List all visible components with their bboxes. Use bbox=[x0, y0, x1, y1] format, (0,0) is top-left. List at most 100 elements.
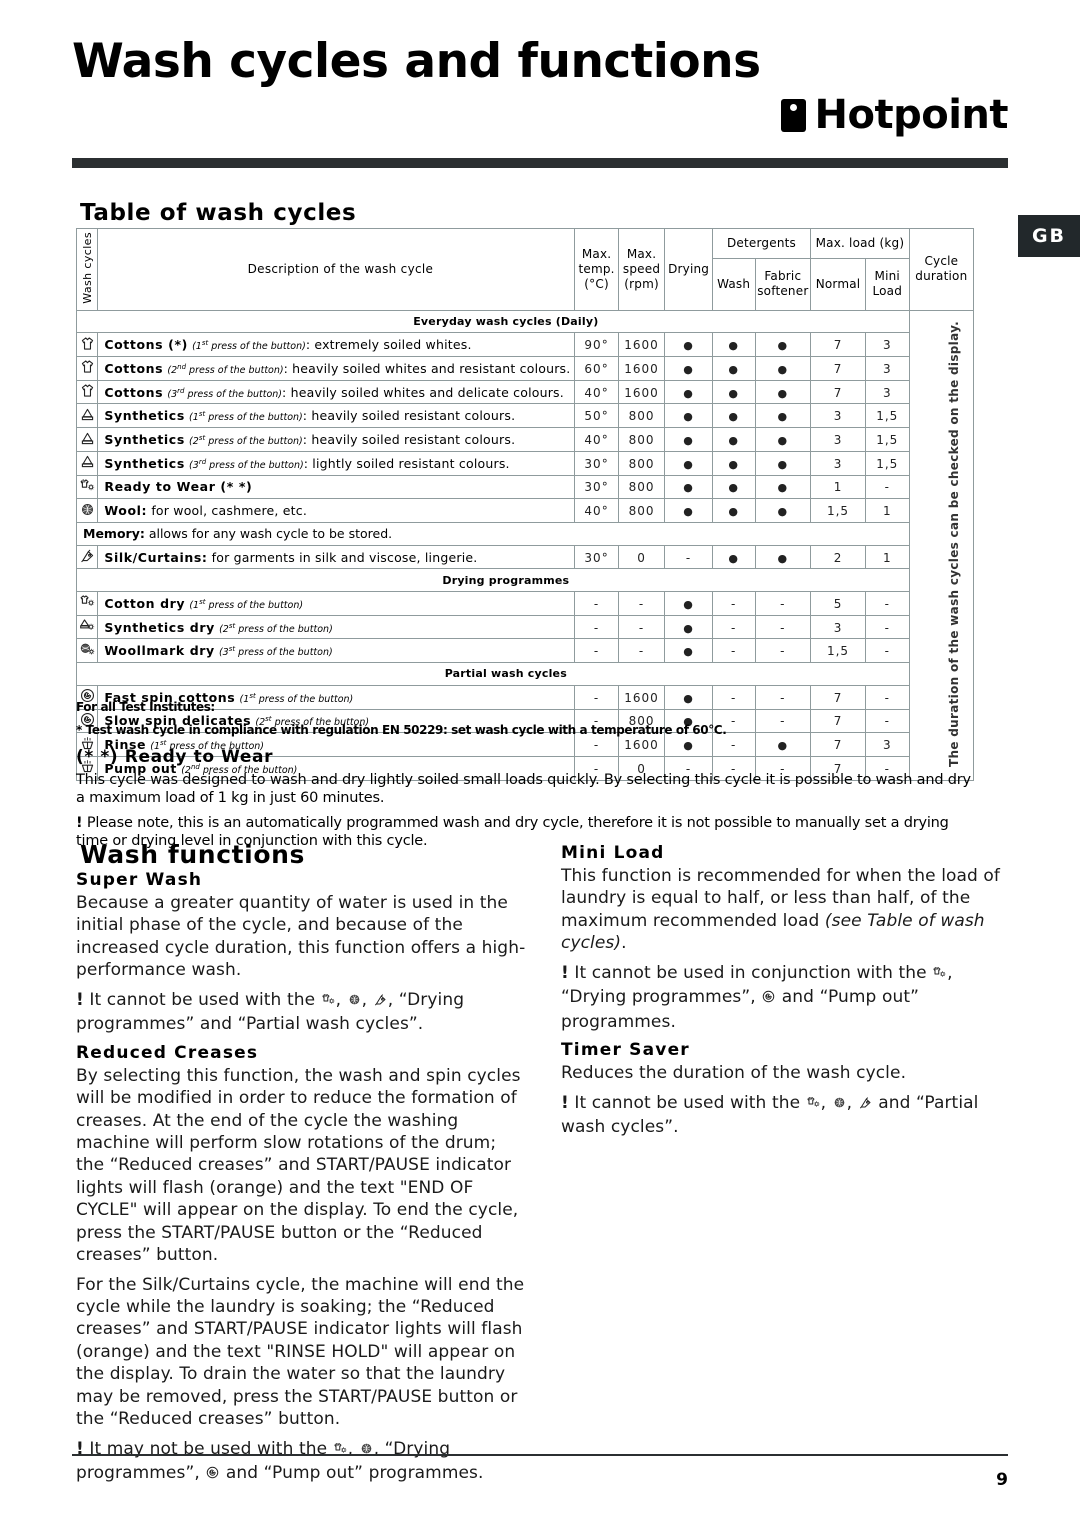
cycle-name: Cottons bbox=[104, 360, 164, 376]
cycle-description-cell: Synthetics (1st press of the button): he… bbox=[97, 403, 576, 429]
filled-dot-icon bbox=[683, 361, 694, 376]
cycle-description-cell: Woollmark dry (3st press of the button) bbox=[97, 638, 576, 664]
warning-bang-icon: ! bbox=[561, 1092, 569, 1113]
cell-drying bbox=[664, 474, 713, 500]
col-max-load: Max. load (kg) bbox=[810, 228, 910, 259]
function-body: This function is recommended for when th… bbox=[561, 866, 1001, 954]
cell-fabric-softener bbox=[754, 332, 812, 358]
table-row: Synthetics dry (2st press of the button)… bbox=[75, 614, 974, 640]
cell-normal-load: 1 bbox=[810, 474, 866, 500]
cycle-press-note: (1st press of the button) bbox=[192, 339, 306, 353]
cell-max-speed: 800 bbox=[617, 403, 666, 429]
table-row: Wool: for wool, cashmere, etc.40°8001,51 bbox=[75, 498, 974, 523]
cell-normal-load: 7 bbox=[810, 356, 866, 381]
cell-wash bbox=[711, 498, 756, 523]
cycle-description-cell: Wool: for wool, cashmere, etc. bbox=[97, 498, 576, 523]
cell-wash bbox=[711, 474, 756, 500]
cycle-name: Ready to Wear (* *) bbox=[104, 479, 253, 495]
table-notes: For all Test Institutes: * Test wash cyc… bbox=[76, 700, 976, 857]
ready-to-wear-icon: 60 bbox=[75, 474, 99, 500]
cell-normal-load: 5 bbox=[810, 591, 866, 616]
wash-cycles-table: Wash cycles Description of the wash cycl… bbox=[75, 228, 975, 781]
cycle-name: Wool: bbox=[104, 503, 148, 519]
table-row: Silk/Curtains: for garments in silk and … bbox=[75, 544, 974, 570]
cell-mini-load: 1 bbox=[864, 498, 910, 523]
cell-fabric-softener bbox=[754, 450, 812, 476]
cell-normal-load: 7 bbox=[810, 379, 866, 405]
cycle-description-cell: Silk/Curtains: for garments in silk and … bbox=[97, 544, 576, 570]
cell-drying bbox=[664, 356, 713, 381]
col-detergents: Detergents bbox=[711, 228, 812, 259]
filled-dot-icon bbox=[683, 503, 694, 518]
cell-normal-load: 3 bbox=[810, 427, 866, 452]
cell-max-speed: 1600 bbox=[617, 332, 666, 358]
cell-max-speed: 800 bbox=[617, 450, 666, 476]
filled-dot-icon bbox=[728, 337, 739, 352]
table-row: Cottons (*) (1st press of the button): e… bbox=[75, 332, 974, 358]
cycle-detail: : heavily soiled resistant colours. bbox=[302, 408, 516, 424]
cell-drying bbox=[664, 498, 713, 523]
cell-max-temp: 50° bbox=[574, 403, 619, 429]
filled-dot-icon bbox=[778, 432, 789, 447]
hotpoint-mark-icon bbox=[780, 98, 806, 132]
function-heading: Reduced Creases bbox=[76, 1042, 259, 1063]
filled-dot-icon bbox=[683, 596, 694, 611]
ready-to-wear-icon: 60 bbox=[333, 1440, 348, 1462]
cell-fabric-softener bbox=[754, 379, 812, 405]
cell-max-speed: 1600 bbox=[617, 356, 666, 381]
wash-functions-left-column: Super Wash Because a greater quantity of … bbox=[76, 870, 526, 1494]
cell-max-temp: 60° bbox=[574, 356, 619, 381]
cell-drying bbox=[664, 591, 713, 616]
filled-dot-icon bbox=[683, 337, 694, 352]
cell-wash bbox=[711, 356, 756, 381]
table-row: Woollmark dry (3st press of the button) -… bbox=[75, 638, 974, 664]
cell-max-speed: 800 bbox=[617, 474, 666, 500]
cell-wash bbox=[711, 379, 756, 405]
cell-max-speed: - bbox=[617, 591, 666, 616]
cell-mini-load: - bbox=[864, 591, 910, 616]
wool-icon bbox=[832, 1094, 847, 1116]
tshirt-icon bbox=[75, 379, 99, 405]
function-heading: Super Wash bbox=[76, 870, 203, 890]
manual-page: Wash cycles and functions Hotpoint GB Ta… bbox=[0, 0, 1080, 1528]
filled-dot-icon bbox=[728, 550, 739, 565]
cell-wash: - bbox=[711, 614, 756, 640]
cell-mini-load: - bbox=[864, 474, 910, 500]
silk-icon bbox=[373, 991, 388, 1013]
filled-dot-icon bbox=[683, 479, 694, 494]
cell-normal-load: 1,5 bbox=[810, 498, 866, 523]
synthetics-icon bbox=[75, 450, 99, 476]
tshirt-icon bbox=[75, 356, 99, 381]
cell-drying bbox=[664, 379, 713, 405]
filled-dot-icon bbox=[728, 503, 739, 518]
cell-drying bbox=[664, 450, 713, 476]
cell-mini-load: 3 bbox=[864, 379, 910, 405]
cell-wash bbox=[711, 450, 756, 476]
cycle-detail: : heavily soiled whites and delicate col… bbox=[282, 384, 564, 400]
footer-rule bbox=[72, 1454, 1008, 1456]
col-description: Description of the wash cycle bbox=[97, 228, 576, 311]
cycle-name: Cottons (*) bbox=[104, 337, 188, 353]
page-number: 9 bbox=[996, 1470, 1008, 1490]
cell-mini-load: 3 bbox=[864, 332, 910, 358]
cell-mini-load: 3 bbox=[864, 356, 910, 381]
header-rule bbox=[72, 158, 1008, 168]
cycle-name: Memory: bbox=[83, 526, 145, 542]
cycle-press-note: (2nd press of the button) bbox=[167, 362, 284, 376]
cycle-name: Synthetics bbox=[104, 455, 185, 471]
cycle-description-cell: Cottons (3rd press of the button): heavi… bbox=[97, 379, 576, 405]
cycle-detail: : heavily soiled whites and resistant co… bbox=[283, 360, 571, 376]
band-partial: Partial wash cycles bbox=[76, 662, 974, 686]
col-cycle-duration: Cycle duration bbox=[908, 228, 975, 311]
cell-fabric-softener bbox=[754, 356, 812, 381]
filled-dot-icon bbox=[683, 432, 694, 447]
vertical-wash-cycles-label: Wash cycles bbox=[75, 228, 99, 311]
cell-drying bbox=[664, 638, 713, 664]
memory-description-cell: Memory: allows for any wash cycle to be … bbox=[76, 521, 910, 546]
silk-icon bbox=[75, 544, 99, 570]
cell-fabric-softener bbox=[754, 427, 812, 452]
cell-max-temp: 30° bbox=[574, 474, 619, 500]
locale-tab-gb: GB bbox=[1018, 215, 1080, 257]
cell-wash bbox=[711, 427, 756, 452]
cell-drying bbox=[664, 403, 713, 429]
